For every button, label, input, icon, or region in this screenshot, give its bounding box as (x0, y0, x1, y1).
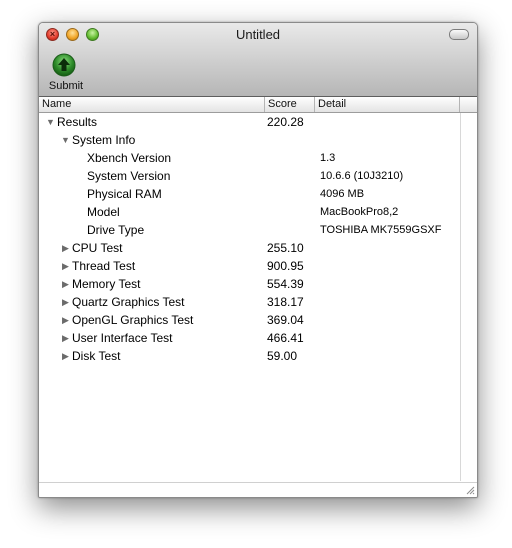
disclosure-triangle-right-icon[interactable]: ▶ (61, 257, 70, 275)
column-header-corner (460, 97, 477, 112)
row-name: System Info (72, 133, 136, 147)
row-name: System Version (87, 169, 171, 183)
row-score: 369.04 (267, 313, 304, 327)
row-name: Drive Type (87, 223, 145, 237)
title-toolbar-area: × Untitled Submit (39, 23, 477, 97)
table-row[interactable]: ▶ Thread Test 900.95 (39, 257, 460, 275)
row-name: User Interface Test (72, 331, 173, 345)
results-outline: ▼ Results 220.28 ▼ System Info Xbench Ve… (39, 113, 460, 483)
resize-grip-icon[interactable] (465, 485, 475, 495)
table-row[interactable]: ▶ CPU Test 255.10 (39, 239, 460, 257)
table-row[interactable]: Model MacBookPro8,2 (39, 203, 460, 221)
disclosure-triangle-right-icon[interactable]: ▶ (61, 275, 70, 293)
row-detail: TOSHIBA MK7559GSXF (320, 224, 442, 236)
disclosure-triangle-right-icon[interactable]: ▶ (61, 347, 70, 365)
row-name: Physical RAM (87, 187, 162, 201)
column-header-detail[interactable]: Detail (315, 97, 460, 112)
table-row[interactable]: System Version 10.6.6 (10J3210) (39, 167, 460, 185)
column-header-score[interactable]: Score (265, 97, 315, 112)
toolbar-toggle-button[interactable] (449, 29, 469, 40)
table-row[interactable]: ▶ User Interface Test 466.41 (39, 329, 460, 347)
table-row[interactable]: ▶ Disk Test 59.00 (39, 347, 460, 365)
xbench-window: × Untitled Submit Name Score Detail ▼ Re… (38, 22, 478, 498)
row-name: Results (57, 115, 98, 129)
row-name: Xbench Version (87, 151, 172, 165)
row-score: 220.28 (267, 115, 304, 129)
row-score: 59.00 (267, 349, 298, 363)
row-name: Disk Test (72, 349, 121, 363)
disclosure-triangle-down-icon[interactable]: ▼ (61, 131, 70, 149)
disclosure-triangle-down-icon[interactable]: ▼ (46, 113, 55, 131)
table-row[interactable]: ▶ Memory Test 554.39 (39, 275, 460, 293)
table-row[interactable]: Xbench Version 1.3 (39, 149, 460, 167)
row-name: Memory Test (72, 277, 141, 291)
row-score: 318.17 (267, 295, 304, 309)
row-detail: 10.6.6 (10J3210) (320, 170, 404, 182)
row-detail: 1.3 (320, 152, 336, 164)
disclosure-triangle-right-icon[interactable]: ▶ (61, 293, 70, 311)
table-header: Name Score Detail (39, 97, 477, 113)
disclosure-triangle-right-icon[interactable]: ▶ (61, 239, 70, 257)
submit-button[interactable]: Submit (43, 53, 83, 95)
row-detail: MacBookPro8,2 (320, 206, 399, 218)
table-row[interactable]: ▶ OpenGL Graphics Test 369.04 (39, 311, 460, 329)
row-name: Quartz Graphics Test (72, 295, 185, 309)
window-title: Untitled (235, 27, 281, 42)
row-score: 255.10 (267, 241, 304, 255)
up-arrow-circle-icon (52, 53, 76, 77)
submit-label: Submit (48, 80, 84, 92)
disclosure-triangle-right-icon[interactable]: ▶ (61, 329, 70, 347)
row-name: Model (87, 205, 120, 219)
row-score: 554.39 (267, 277, 304, 291)
vertical-scrollbar[interactable] (460, 113, 477, 481)
row-name: Thread Test (72, 259, 136, 273)
disclosure-triangle-right-icon[interactable]: ▶ (61, 311, 70, 329)
row-score: 466.41 (267, 331, 304, 345)
row-detail: 4096 MB (320, 188, 365, 200)
table-row[interactable]: ▶ Quartz Graphics Test 318.17 (39, 293, 460, 311)
column-header-name[interactable]: Name (39, 97, 265, 112)
table-row[interactable]: ▼ Results 220.28 (39, 113, 460, 131)
row-name: CPU Test (72, 241, 123, 255)
row-score: 900.95 (267, 259, 304, 273)
bottom-bar (39, 482, 477, 497)
table-row[interactable]: Physical RAM 4096 MB (39, 185, 460, 203)
table-row[interactable]: Drive Type TOSHIBA MK7559GSXF (39, 221, 460, 239)
row-name: OpenGL Graphics Test (72, 313, 194, 327)
table-row[interactable]: ▼ System Info (39, 131, 460, 149)
